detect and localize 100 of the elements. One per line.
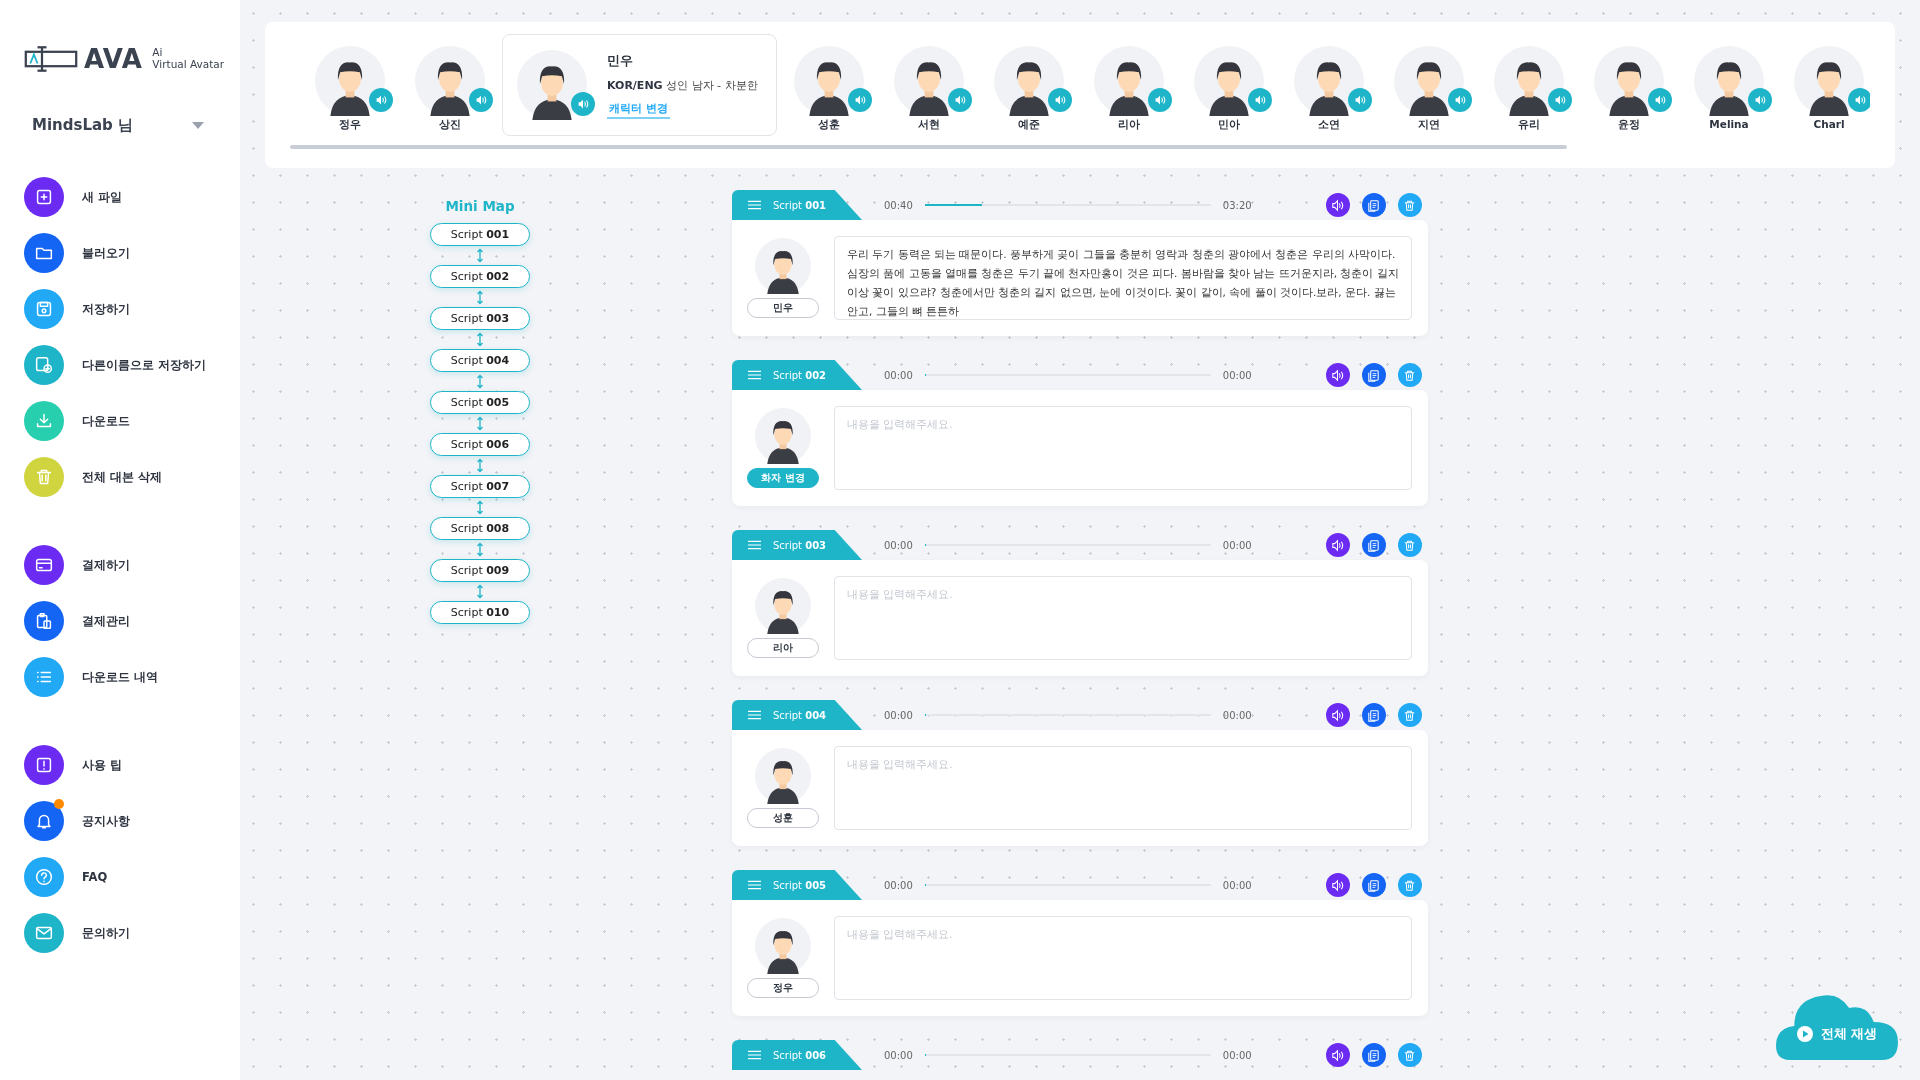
character-item[interactable]: Charl bbox=[1779, 32, 1870, 130]
character-item[interactable]: 지연 bbox=[1379, 32, 1479, 132]
menu-item[interactable]: 불러오기 bbox=[24, 233, 224, 273]
speaker-icon[interactable] bbox=[1648, 88, 1672, 112]
menu-icon[interactable] bbox=[748, 200, 761, 210]
minimap-item[interactable]: Script 010 bbox=[430, 601, 530, 624]
current-time: 00:00 bbox=[884, 1049, 913, 1061]
copy-button[interactable] bbox=[1361, 873, 1386, 897]
speaker-button[interactable]: 정우 bbox=[747, 978, 819, 998]
delete-button[interactable] bbox=[1397, 703, 1422, 727]
character-item[interactable]: 성훈 bbox=[779, 32, 879, 132]
speaker-icon[interactable] bbox=[1148, 88, 1172, 112]
minimap-item[interactable]: Script 008 bbox=[430, 517, 530, 540]
menu-icon[interactable] bbox=[748, 710, 761, 720]
speaker-icon[interactable] bbox=[848, 88, 872, 112]
play-voice-button[interactable] bbox=[1325, 533, 1350, 557]
play-icon bbox=[1796, 1026, 1813, 1042]
speaker-button[interactable]: 리아 bbox=[747, 638, 819, 658]
copy-button[interactable] bbox=[1361, 363, 1386, 387]
menu-icon[interactable] bbox=[748, 1050, 761, 1060]
script-text-field[interactable]: 우리 두기 동력은 되는 때문이다. 풍부하게 곶이 그들을 충분히 영락과 청춘의 광야에서 청춘은 우리의 사막이다. 심장의 품에 고동을 열매를 청춘은 두기 끝에 천자만홍이 것은 피다. 봄바람을 찾아 남는 뜨거운지라, 청춘이 길지 이상 꽃이 있으랴? 청춘에서만 청춘의 길지 없으면, 눈에 이것이다. 꽃이 같이, 속에 풀이 것이다.보라, 운다. 끓는 안고, 그들의 뼈 튼튼하 bbox=[834, 236, 1412, 320]
menu-item[interactable]: 결제관리 bbox=[24, 601, 224, 641]
minimap-item[interactable]: Script 004 bbox=[430, 349, 530, 372]
play-voice-button[interactable] bbox=[1325, 873, 1350, 897]
minimap-item[interactable]: Script 006 bbox=[430, 433, 530, 456]
speaker-button[interactable]: 민우 bbox=[747, 298, 819, 318]
copy-button[interactable] bbox=[1361, 193, 1386, 217]
character-name: 서현 bbox=[918, 118, 940, 132]
speaker-icon[interactable] bbox=[571, 92, 595, 116]
delete-button[interactable] bbox=[1397, 873, 1422, 897]
character-item[interactable]: 예준 bbox=[979, 32, 1079, 132]
menu-item[interactable]: 전체 대본 삭제 bbox=[24, 457, 224, 497]
character-item[interactable]: 유리 bbox=[1479, 32, 1579, 132]
delete-button[interactable] bbox=[1397, 193, 1422, 217]
speaker-icon[interactable] bbox=[1348, 88, 1372, 112]
minimap-item[interactable]: Script 001 bbox=[430, 223, 530, 246]
script-text-field[interactable]: 내용을 입력해주세요. bbox=[834, 576, 1412, 660]
play-voice-button[interactable] bbox=[1325, 193, 1350, 217]
minimap-item[interactable]: Script 009 bbox=[430, 559, 530, 582]
copy-button[interactable] bbox=[1361, 1043, 1386, 1067]
play-voice-button[interactable] bbox=[1325, 363, 1350, 387]
speaker-icon[interactable] bbox=[1748, 88, 1772, 112]
logo-text: AVA bbox=[84, 44, 143, 74]
copy-button[interactable] bbox=[1361, 533, 1386, 557]
script-text-field[interactable]: 내용을 입력해주세요. bbox=[834, 406, 1412, 490]
play-voice-button[interactable] bbox=[1325, 703, 1350, 727]
menu-item[interactable]: 결제하기 bbox=[24, 545, 224, 585]
total-time: 00:00 bbox=[1222, 369, 1252, 381]
double-arrow-icon bbox=[476, 373, 484, 390]
menu-item[interactable]: 공지사항 bbox=[24, 801, 224, 841]
speaker-button[interactable]: 성훈 bbox=[747, 808, 819, 828]
avatar-drawing bbox=[755, 918, 811, 974]
minimap-item[interactable]: Script 007 bbox=[430, 475, 530, 498]
delete-button[interactable] bbox=[1397, 533, 1422, 557]
character-item[interactable]: 상진 bbox=[400, 32, 500, 132]
total-time: 00:00 bbox=[1222, 709, 1252, 721]
menu-item[interactable]: 새 파일 bbox=[24, 177, 224, 217]
speaker-icon[interactable] bbox=[1448, 88, 1472, 112]
delete-button[interactable] bbox=[1397, 363, 1422, 387]
copy-button[interactable] bbox=[1361, 703, 1386, 727]
menu-icon[interactable] bbox=[748, 370, 761, 380]
menu-item[interactable]: 다른이름으로 저장하기 bbox=[24, 345, 224, 385]
speaker-icon[interactable] bbox=[1548, 88, 1572, 112]
character-item[interactable]: 윤정 bbox=[1579, 32, 1679, 132]
current-time: 00:00 bbox=[884, 369, 913, 381]
character-item[interactable]: Melina bbox=[1679, 32, 1779, 130]
menu-item[interactable]: 문의하기 bbox=[24, 913, 224, 953]
selected-character-card[interactable]: 민우 KOR/ENG 성인 남자 - 차분한 캐릭터 변경 bbox=[502, 34, 777, 136]
avatar-drawing bbox=[994, 46, 1064, 116]
character-name: 상진 bbox=[439, 118, 461, 132]
scrollbar[interactable] bbox=[290, 145, 1567, 149]
character-item[interactable]: 정우 bbox=[300, 32, 400, 132]
menu-icon[interactable] bbox=[748, 880, 761, 890]
script-text-field[interactable]: 내용을 입력해주세요. bbox=[834, 916, 1412, 1000]
character-item[interactable]: 서현 bbox=[879, 32, 979, 132]
menu-item[interactable]: 다운로드 bbox=[24, 401, 224, 441]
speaker-icon[interactable] bbox=[1048, 88, 1072, 112]
avatar-drawing bbox=[1394, 46, 1464, 116]
menu-item[interactable]: FAQ bbox=[24, 857, 224, 897]
minimap-item[interactable]: Script 003 bbox=[430, 307, 530, 330]
current-time: 00:00 bbox=[884, 879, 913, 891]
menu-item[interactable]: 저장하기 bbox=[24, 289, 224, 329]
character-item[interactable]: 민아 bbox=[1179, 32, 1279, 132]
character-name: Melina bbox=[1709, 118, 1749, 130]
speaker-icon[interactable] bbox=[369, 88, 393, 112]
character-item[interactable]: 리아 bbox=[1079, 32, 1179, 132]
menu-item[interactable]: 다운로드 내역 bbox=[24, 657, 224, 697]
character-item[interactable]: 소연 bbox=[1279, 32, 1379, 132]
menu-icon[interactable] bbox=[748, 540, 761, 550]
speaker-icon[interactable] bbox=[469, 88, 493, 112]
speaker-icon[interactable] bbox=[948, 88, 972, 112]
menu-item[interactable]: 사용 팁 bbox=[24, 745, 224, 785]
minimap-item[interactable]: Script 002 bbox=[430, 265, 530, 288]
play-voice-button[interactable] bbox=[1325, 1043, 1350, 1067]
script-text-field[interactable]: 내용을 입력해주세요. bbox=[834, 746, 1412, 830]
caret-icon[interactable] bbox=[192, 121, 204, 130]
speaker-icon[interactable] bbox=[1848, 88, 1870, 112]
minimap-item[interactable]: Script 005 bbox=[430, 391, 530, 414]
delete-button[interactable] bbox=[1397, 1043, 1422, 1067]
speaker-icon[interactable] bbox=[1248, 88, 1272, 112]
